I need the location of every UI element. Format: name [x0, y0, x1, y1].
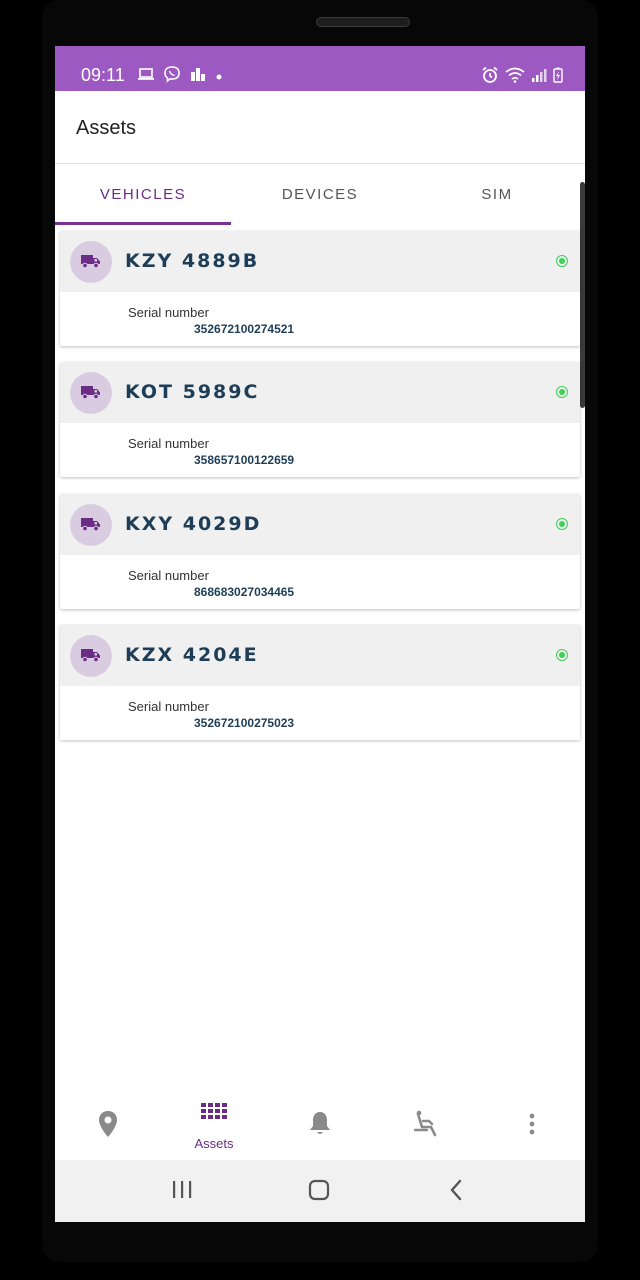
avatar	[70, 241, 112, 283]
online-status-icon	[556, 518, 568, 530]
avatar	[70, 504, 112, 546]
nav-notifications[interactable]	[267, 1094, 373, 1160]
online-status-icon	[556, 386, 568, 398]
status-time: 09:11	[81, 65, 125, 85]
vehicle-plate: KZX 4204E	[125, 644, 259, 666]
scrollbar[interactable]	[580, 182, 585, 408]
alarm-icon	[481, 66, 499, 89]
serial-value: 352672100274521	[194, 322, 295, 336]
avatar	[70, 372, 112, 414]
serial-label: Serial number	[128, 568, 209, 583]
app-bar: Assets	[55, 91, 585, 164]
vehicle-plate: KOT 5989C	[125, 381, 260, 403]
speaker-grille	[316, 17, 410, 27]
back-icon[interactable]	[448, 1178, 464, 1207]
status-bar: 09:11	[55, 46, 585, 91]
nav-map[interactable]	[55, 1094, 161, 1160]
app-screen: 09:11 Assets VEHICLES DEVICES SIM KZY 48…	[55, 46, 585, 1222]
tab-sim[interactable]: SIM	[409, 164, 585, 226]
vehicle-card[interactable]: KOT 5989C Serial number 358657100122659	[60, 362, 580, 477]
tab-devices[interactable]: DEVICES	[232, 164, 408, 226]
vehicle-card-header: KZY 4889B	[60, 231, 580, 292]
signal-icon	[531, 67, 547, 88]
vehicle-plate: KZY 4889B	[125, 250, 260, 272]
vehicle-card[interactable]: KXY 4029D Serial number 868683027034465	[60, 494, 580, 609]
laptop-icon	[137, 67, 155, 86]
nav-more[interactable]	[479, 1094, 585, 1160]
serial-label: Serial number	[128, 436, 209, 451]
status-left-icons	[137, 65, 223, 88]
vehicle-card-header: KZX 4204E	[60, 625, 580, 686]
tab-bar: VEHICLES DEVICES SIM	[55, 164, 585, 226]
vehicle-card[interactable]: KZX 4204E Serial number 352672100275023	[60, 625, 580, 740]
nav-assets-label: Assets	[194, 1136, 234, 1151]
vehicle-plate: KXY 4029D	[125, 513, 262, 535]
tab-indicator	[55, 222, 231, 225]
nav-assets[interactable]: Assets	[161, 1094, 267, 1160]
home-icon[interactable]	[307, 1178, 331, 1207]
battery-charging-icon	[553, 67, 563, 88]
online-status-icon	[556, 255, 568, 267]
serial-value: 358657100122659	[194, 453, 295, 467]
city-icon	[189, 66, 207, 87]
bottom-navigation: Assets	[55, 1094, 585, 1160]
recent-apps-icon[interactable]	[171, 1178, 193, 1207]
system-navigation-bar	[55, 1160, 585, 1222]
serial-value: 352672100275023	[194, 716, 295, 730]
vehicle-card[interactable]: KZY 4889B Serial number 352672100274521	[60, 231, 580, 346]
vehicle-card-header: KOT 5989C	[60, 362, 580, 423]
vehicle-card-header: KXY 4029D	[60, 494, 580, 555]
serial-value: 868683027034465	[194, 585, 295, 599]
serial-label: Serial number	[128, 699, 209, 714]
status-right-icons	[481, 66, 563, 89]
serial-label: Serial number	[128, 305, 209, 320]
nav-seat[interactable]	[373, 1094, 479, 1160]
page-title: Assets	[76, 117, 137, 139]
avatar	[70, 635, 112, 677]
viber-icon	[163, 65, 181, 88]
tab-vehicles[interactable]: VEHICLES	[55, 164, 231, 226]
notification-dot-icon	[215, 68, 223, 86]
wifi-icon	[505, 67, 525, 88]
online-status-icon	[556, 649, 568, 661]
